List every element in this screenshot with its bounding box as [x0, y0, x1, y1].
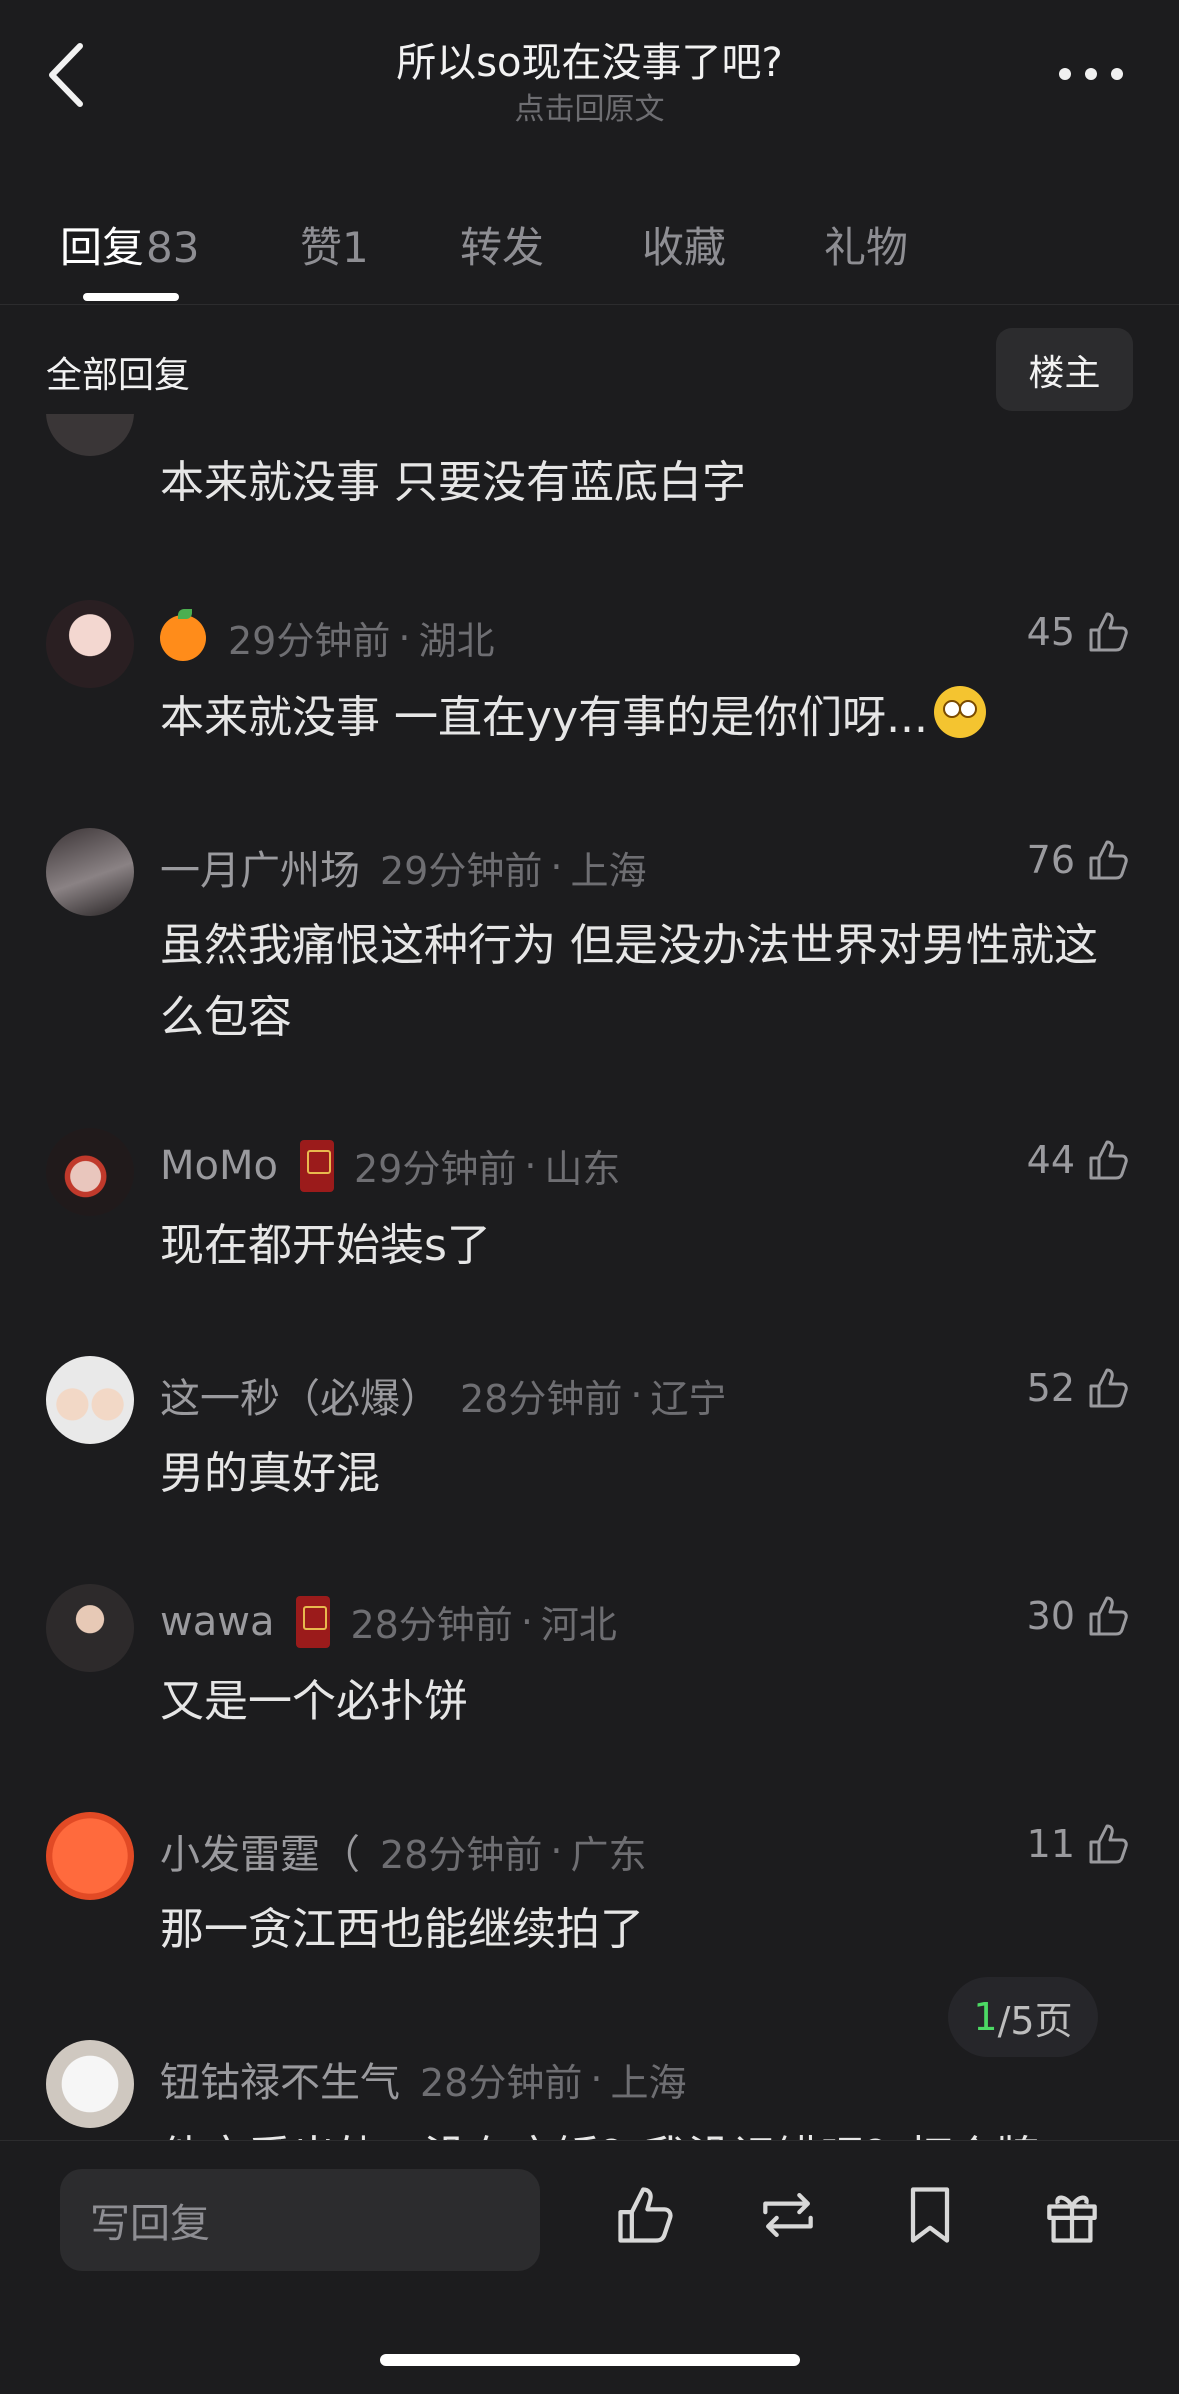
page-indicator[interactable]: 1/5页: [948, 1977, 1098, 2057]
comment-text: 他恋爱出轨，没有实锤？我没记错吧？打个牌: [160, 2122, 1130, 2140]
comment-text: 现在都开始装s了: [160, 1220, 491, 1271]
gift-icon[interactable]: [1038, 2181, 1106, 2249]
comment-meta: wawa 28分钟前 · 河北: [160, 1594, 617, 1649]
comment-author[interactable]: MoMo: [160, 1143, 278, 1189]
thumb-up-icon: [1089, 1596, 1128, 1636]
comment-location: 山东: [544, 1147, 621, 1191]
orange-badge-icon: [160, 608, 206, 661]
comment-author[interactable]: wawa: [160, 1599, 274, 1645]
comment-meta: MoMo 29分钟前 · 山东: [160, 1138, 620, 1193]
top-nav-bar: 所以so现在没事了吧? 点击回原文: [0, 0, 1179, 140]
meta-separator: ·: [550, 845, 563, 889]
like-button[interactable]: 30: [1027, 1592, 1133, 1640]
current-page: 1: [973, 1995, 998, 2039]
like-count: 11: [1026, 1822, 1075, 1866]
meta-separator: ·: [550, 1829, 563, 1873]
like-count: 44: [1026, 1138, 1075, 1182]
comment-location: 上海: [570, 848, 647, 893]
comment-location: 湖北: [418, 619, 495, 663]
avatar[interactable]: [46, 1356, 134, 1444]
comment-text: 又是一个必扑饼: [160, 1676, 468, 1727]
like-count: 76: [1026, 838, 1075, 882]
reply-section-header: 全部回复 楼主: [0, 328, 1179, 414]
comment-meta: 钮钴禄不生气 28分钟前 · 上海: [160, 2050, 686, 2108]
comment-text: 男的真好混: [160, 1448, 380, 1499]
like-button[interactable]: 11: [1027, 1820, 1133, 1868]
membership-badge-icon: [299, 1139, 334, 1192]
tab-replies-count: 83: [146, 223, 200, 272]
comment-text: 本来就没事 一直在yy有事的是你们呀...: [160, 682, 1130, 754]
post-title[interactable]: 所以so现在没事了吧?: [0, 30, 1179, 88]
comment-time: 28分钟前: [460, 1376, 623, 1421]
like-count: 30: [1026, 1594, 1075, 1638]
comment-text: 虽然我痛恨这种行为 但是没办法世界对男性就这么包容: [160, 920, 1098, 1043]
more-dots-icon[interactable]: [1059, 68, 1123, 80]
home-indicator: [380, 2354, 800, 2366]
tab-likes[interactable]: 赞1: [300, 214, 369, 275]
thumb-up-icon: [1089, 1824, 1128, 1864]
avatar[interactable]: [46, 1584, 134, 1672]
comment-author[interactable]: 一月广州场: [160, 838, 360, 896]
eye-roll-emoji-icon: [934, 686, 987, 738]
comment-author[interactable]: 这一秒（必爆）: [160, 1366, 440, 1424]
tab-replies[interactable]: 回复83: [60, 214, 199, 275]
comment-time: 28分钟前: [420, 2060, 583, 2105]
like-count: 52: [1026, 1366, 1075, 1410]
tab-gifts[interactable]: 礼物: [824, 214, 908, 275]
comment-time: 29分钟前: [228, 619, 391, 663]
reply-input[interactable]: 写回复: [60, 2169, 540, 2271]
comment-meta: 小发雷霆（ 28分钟前 · 广东: [160, 1822, 646, 1880]
tab-favorites[interactable]: 收藏: [642, 214, 726, 275]
back-to-original-link[interactable]: 点击回原文: [0, 84, 1179, 128]
tab-bar: 回复83 赞1 转发 收藏 礼物: [0, 200, 1179, 305]
active-tab-indicator: [83, 293, 179, 301]
comment-text: 那一贪江西也能继续拍了: [160, 1904, 644, 1955]
op-only-button[interactable]: 楼主: [996, 328, 1133, 411]
comment-location: 辽宁: [650, 1376, 727, 1421]
comment-location: 广东: [570, 1832, 647, 1877]
comment-list[interactable]: 本来就没事 只要没有蓝底白字 29分钟前 · 湖北 45 本来就没事 一直在yy…: [0, 414, 1179, 2140]
like-button[interactable]: 52: [1027, 1364, 1133, 1412]
total-pages: /5页: [997, 1998, 1073, 2043]
meta-separator: ·: [398, 615, 411, 660]
comment-time: 29分钟前: [353, 1147, 517, 1191]
membership-badge-icon: [296, 1595, 331, 1648]
avatar[interactable]: [46, 828, 134, 916]
avatar[interactable]: [46, 1128, 134, 1216]
meta-separator: ·: [524, 1143, 537, 1188]
avatar[interactable]: [46, 600, 134, 688]
avatar[interactable]: [46, 1812, 134, 1900]
avatar[interactable]: [46, 414, 134, 456]
comment-author[interactable]: 小发雷霆（: [160, 1822, 360, 1880]
meta-separator: ·: [520, 1599, 533, 1644]
like-button[interactable]: 44: [1027, 1136, 1133, 1184]
like-count: 45: [1026, 610, 1075, 654]
comment-meta: 这一秒（必爆） 28分钟前 · 辽宁: [160, 1366, 726, 1424]
comment-time: 29分钟前: [380, 848, 543, 893]
like-button[interactable]: 76: [1027, 836, 1133, 884]
meta-separator: ·: [590, 2057, 603, 2101]
thumb-up-icon: [1089, 1368, 1128, 1408]
comment-time: 28分钟前: [350, 1603, 513, 1647]
comment-text-content: 本来就没事 一直在yy有事的是你们呀...: [160, 692, 929, 743]
tab-replies-label: 回复: [60, 223, 145, 272]
all-replies-title: 全部回复: [46, 355, 191, 396]
comment-meta: 一月广州场 29分钟前 · 上海: [160, 838, 646, 896]
comment-time: 28分钟前: [380, 1832, 543, 1877]
tab-reposts[interactable]: 转发: [460, 214, 544, 275]
like-button[interactable]: 45: [1027, 608, 1133, 656]
meta-separator: ·: [630, 1373, 643, 1417]
comment-text: 本来就没事 只要没有蓝底白字: [160, 457, 746, 508]
thumb-up-icon: [1089, 612, 1128, 652]
repost-icon[interactable]: [754, 2181, 822, 2249]
thumb-up-icon: [1089, 1140, 1128, 1180]
avatar[interactable]: [46, 2040, 134, 2128]
thumb-up-icon[interactable]: [612, 2181, 680, 2249]
thumb-up-icon: [1089, 840, 1128, 880]
comment-meta: 29分钟前 · 湖北: [160, 608, 495, 665]
comment-author[interactable]: 钮钴禄不生气: [160, 2050, 400, 2108]
comment-location: 上海: [610, 2060, 687, 2105]
bookmark-icon[interactable]: [896, 2181, 964, 2249]
comment-location: 河北: [540, 1603, 617, 1647]
